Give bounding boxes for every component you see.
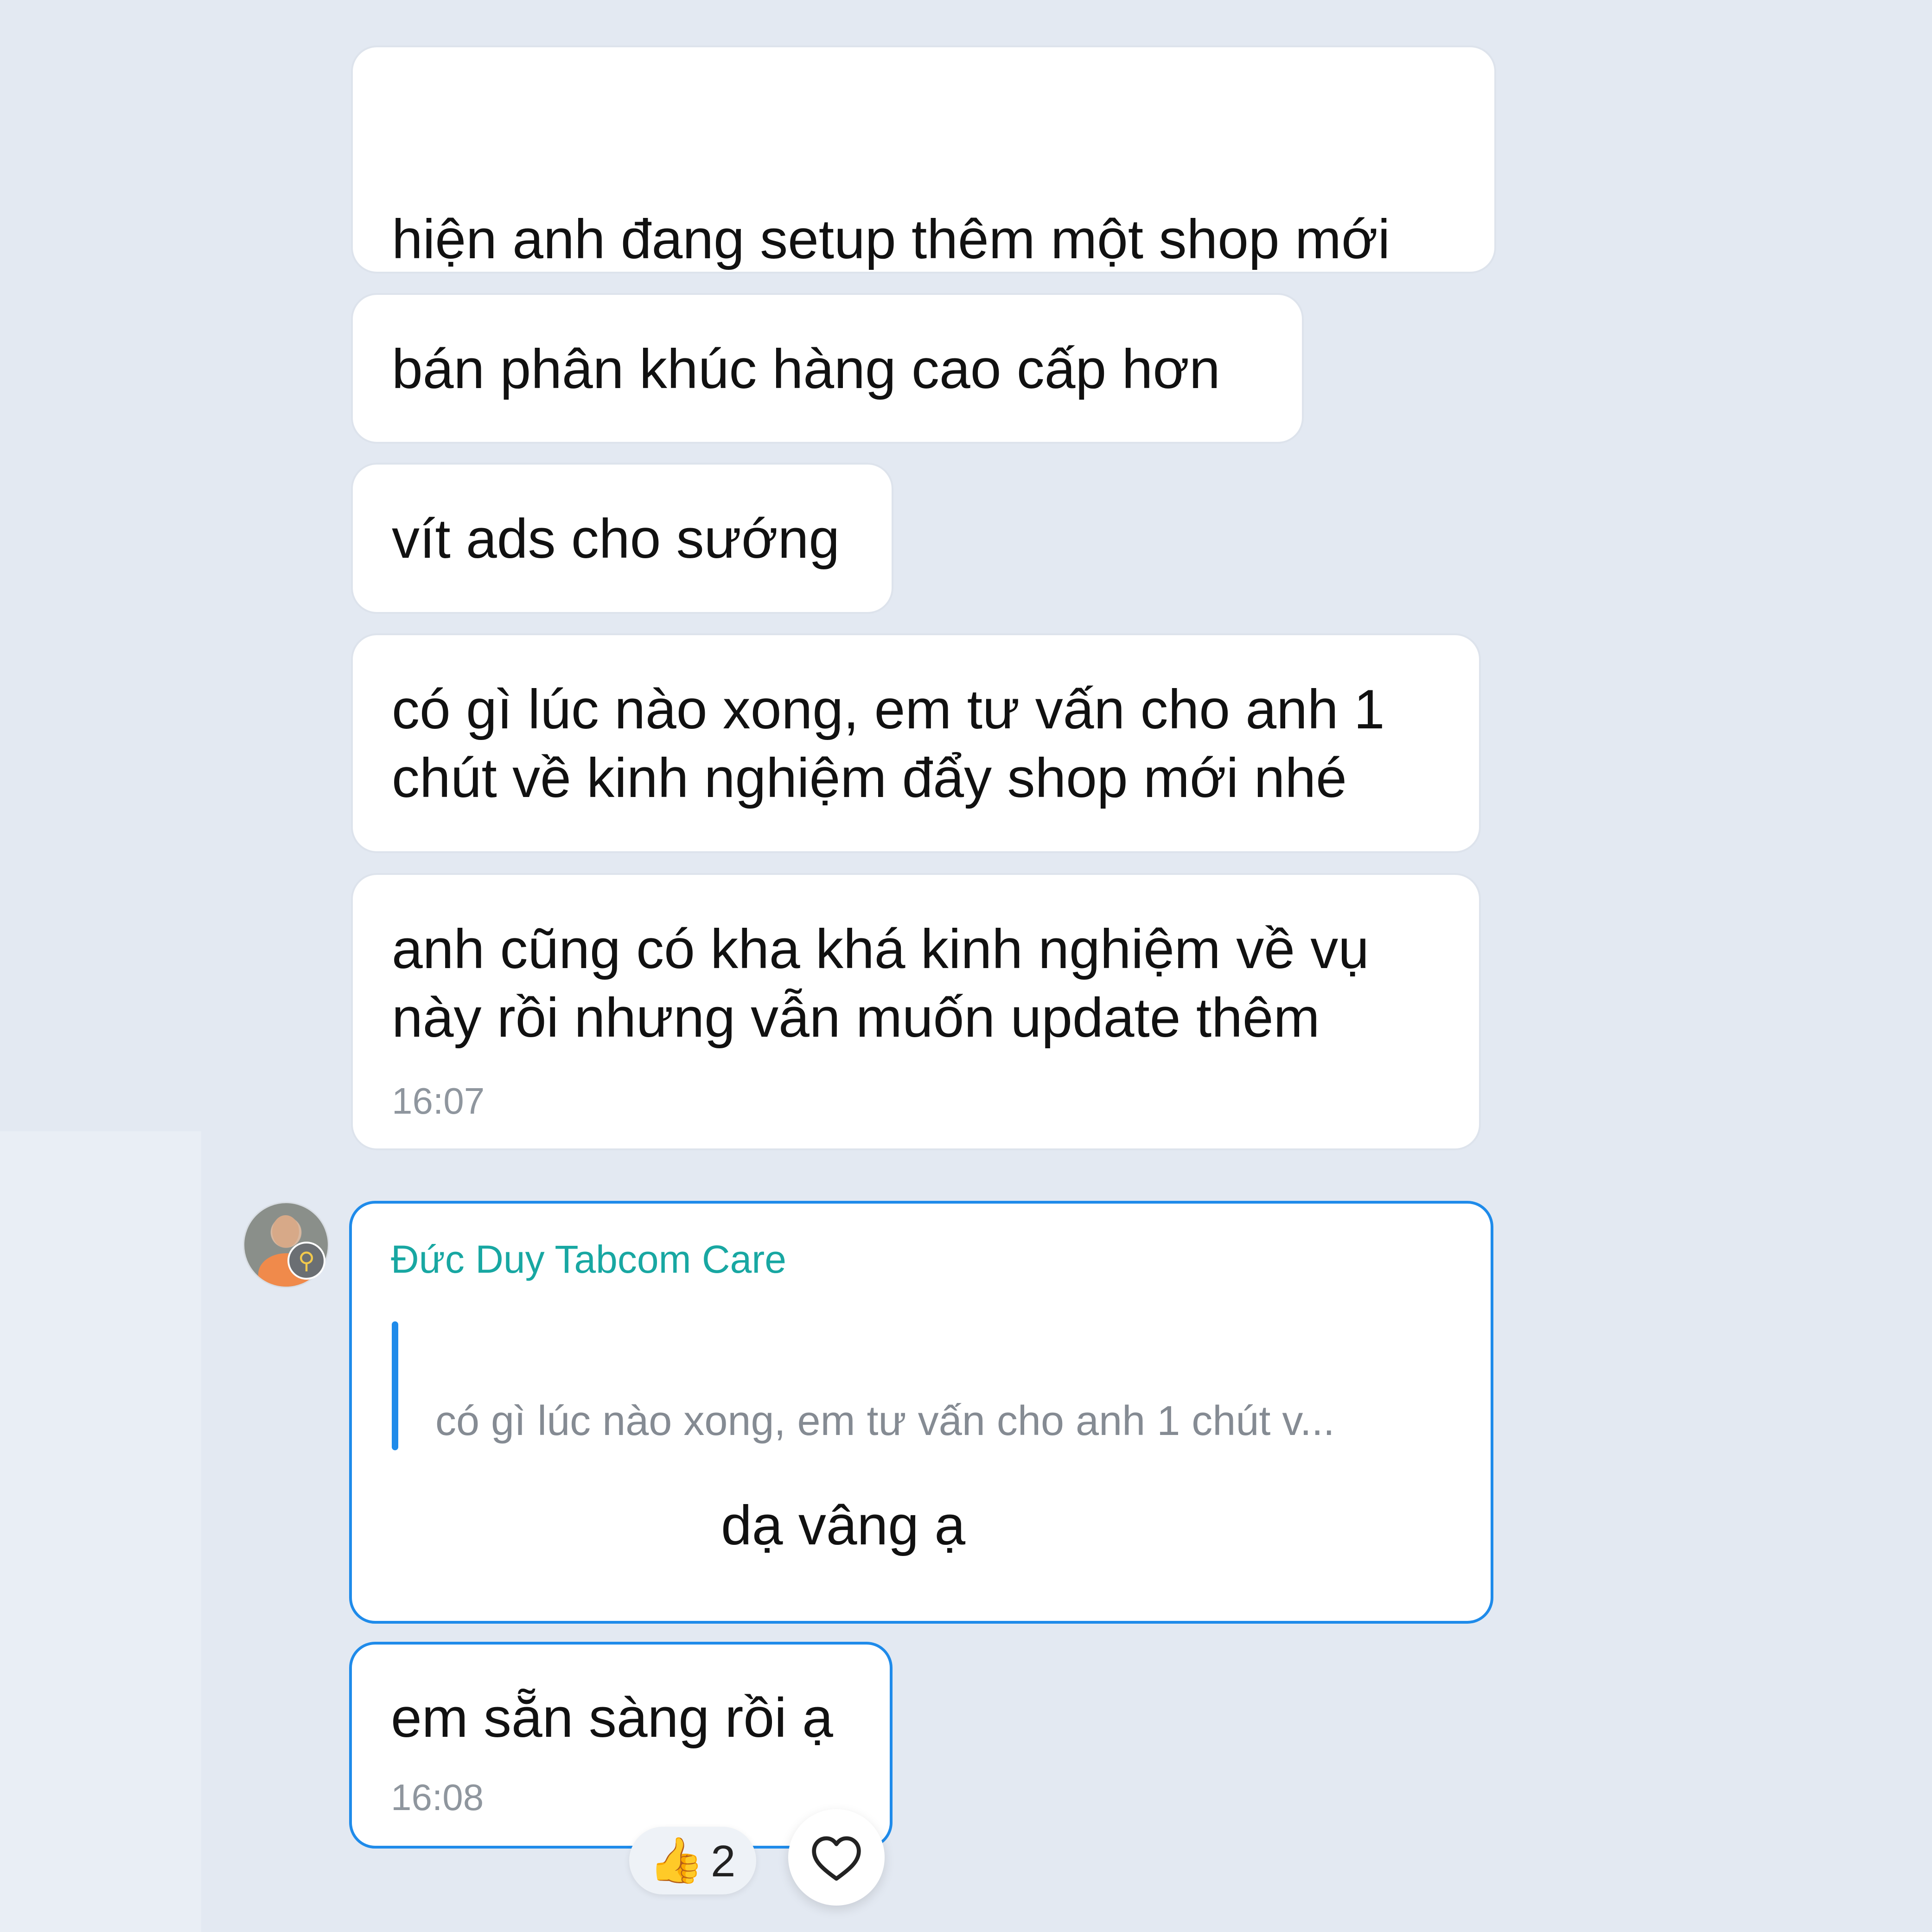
avatar-face (272, 1215, 299, 1248)
message-text-line: này rồi nhưng vẫn muốn update thêm (392, 987, 1320, 1049)
reply-message-bubble[interactable]: Đức Duy Tabcom Care có gì lúc nào xong, … (349, 1201, 1493, 1624)
message-text: vít ads cho sướng (392, 508, 840, 570)
message-bubble[interactable]: có gì lúc nào xong, em tư vấn cho anh 1 … (351, 633, 1481, 853)
message-time: 16:08 (391, 1777, 484, 1818)
message-text: em sẵn sàng rồi ạ (391, 1687, 833, 1749)
heart-icon (812, 1836, 861, 1881)
message-text: bán phân khúc hàng cao cấp hơn (392, 338, 1220, 400)
message-bubble[interactable]: vít ads cho sướng (351, 463, 893, 614)
message-text-line: chút về kinh nghiệm đẩy shop mới nhé (392, 747, 1347, 809)
message-bubble[interactable]: hiện anh đang setup thêm một shop mới (351, 45, 1496, 274)
reaction-summary[interactable]: 👍 2 (629, 1827, 756, 1894)
message-bubble[interactable]: anh cũng có kha khá kinh nghiệm về vụ nà… (351, 873, 1481, 1150)
reply-text: dạ vâng ạ (721, 1494, 966, 1556)
reaction-count: 2 (711, 1836, 736, 1886)
chat-left-strip (0, 1131, 201, 1932)
message-time: 16:07 (392, 1080, 485, 1122)
message-text-line: có gì lúc nào xong, em tư vấn cho anh 1 (392, 678, 1385, 740)
quote-bar (392, 1321, 398, 1450)
message-bubble[interactable]: bán phân khúc hàng cao cấp hơn (351, 293, 1304, 444)
quoted-message[interactable]: có gì lúc nào xong, em tư vấn cho anh 1 … (435, 1396, 1335, 1447)
sender-name: Đức Duy Tabcom Care (391, 1237, 786, 1281)
message-text: hiện anh đang setup thêm một shop mới (392, 208, 1390, 270)
thumbs-up-icon: 👍 (649, 1836, 704, 1885)
key-icon: ⚲ (287, 1242, 325, 1280)
heart-reaction-button[interactable] (788, 1809, 885, 1906)
message-text-line: anh cũng có kha khá kinh nghiệm về vụ (392, 918, 1370, 980)
